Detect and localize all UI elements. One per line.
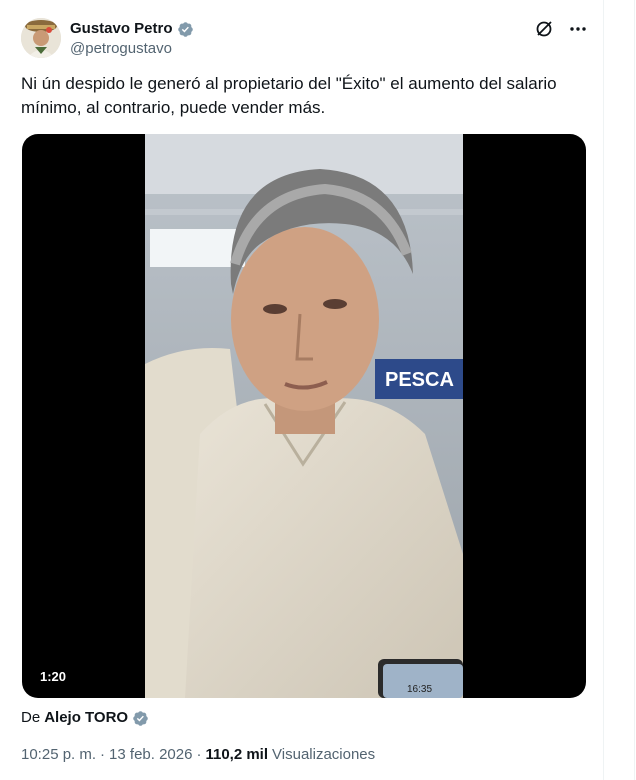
attribution-author-link[interactable]: Alejo TORO [44, 708, 128, 728]
verified-badge-icon [132, 710, 149, 727]
more-options-button[interactable] [567, 18, 589, 40]
author-handle[interactable]: @petrogustavo [70, 39, 194, 59]
avatar[interactable] [21, 18, 61, 58]
tweet-header: Gustavo Petro @petrogustavo [21, 18, 589, 62]
sidebar-divider [634, 0, 635, 780]
views-label: Visualizaciones [272, 746, 376, 763]
author-names: Gustavo Petro @petrogustavo [70, 19, 194, 59]
views-count: 110,2 mil [205, 746, 269, 763]
grok-slash-circle-icon[interactable] [533, 18, 555, 40]
meta-separator: · [196, 746, 202, 763]
phone-screen-text: 16:35 [407, 684, 432, 695]
verified-badge-icon [177, 21, 194, 38]
timeline-divider [603, 0, 604, 780]
video-player[interactable]: PESCA 16:35 1:20 [22, 134, 586, 698]
attribution-prefix: De [21, 709, 41, 726]
tweet-text: Ni ún despido le generó al propietario d… [21, 74, 557, 117]
video-duration-badge: 1:20 [40, 669, 67, 684]
meta-separator: · [100, 746, 106, 763]
video-frame[interactable]: PESCA 16:35 [145, 134, 463, 698]
header-actions [533, 18, 589, 40]
media-attribution: De Alejo TORO [21, 708, 149, 728]
tweet-card[interactable]: Gustavo Petro @petrogustavo Ni ún despid… [0, 0, 603, 780]
background-sign-text: PESCA [385, 369, 454, 391]
tweet-time[interactable]: 10:25 p. m. [21, 745, 96, 765]
tweet-metadata: 10:25 p. m. · 13 feb. 2026 · 110,2 mil V… [21, 745, 375, 765]
more-horizontal-icon [570, 27, 586, 31]
author-display-name[interactable]: Gustavo Petro [70, 19, 173, 39]
tweet-date[interactable]: 13 feb. 2026 [109, 745, 192, 765]
